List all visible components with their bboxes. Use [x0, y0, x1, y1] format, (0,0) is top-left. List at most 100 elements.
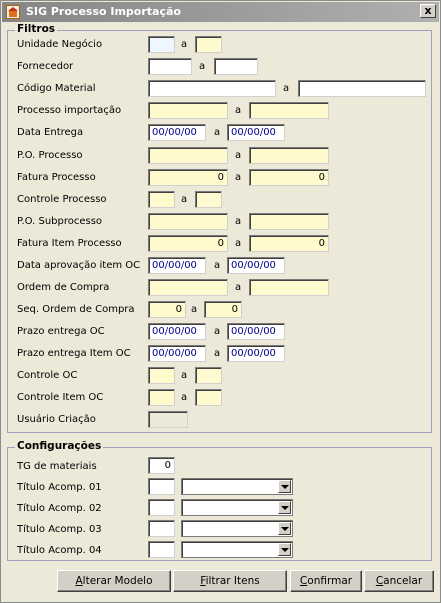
close-button[interactable]: x [420, 4, 436, 18]
cancelar-button[interactable]: Cancelar [364, 570, 434, 592]
titulo-acomp-02-code-input[interactable] [148, 499, 175, 516]
prazo-entrega-oc-from-input[interactable]: 00/00/00 [148, 323, 206, 340]
processo-importacao-from-input[interactable] [148, 102, 228, 119]
processo-importacao-to-input[interactable] [249, 102, 329, 119]
range-separator: a [235, 282, 242, 293]
po-processo-to-input[interactable] [249, 147, 329, 164]
unidade-negocio-from-input[interactable] [148, 36, 175, 53]
data-entrega-label: Data Entrega [17, 127, 84, 138]
range-separator: a [235, 172, 242, 183]
titulo-acomp-04-code-input[interactable] [148, 541, 175, 558]
seq-ordem-compra-label: Seq. Ordem de Compra [17, 304, 135, 315]
prazo-entrega-item-oc-to-input[interactable]: 00/00/00 [227, 345, 285, 362]
fatura-processo-label: Fatura Processo [17, 172, 96, 183]
fornecedor-label: Fornecedor [17, 61, 74, 72]
data-aprovacao-to-input[interactable]: 00/00/00 [227, 257, 285, 274]
filtrar-itens-button[interactable]: Filtrar Itens [173, 570, 287, 592]
unidade-negocio-to-input[interactable] [195, 36, 222, 53]
controle-item-oc-to-input[interactable] [195, 389, 222, 406]
dialog-window: SIG Processo Importação x Filtros Unidad… [0, 0, 441, 603]
fornecedor-to-input[interactable] [214, 58, 258, 75]
confirmar-label: onfirmar [307, 575, 353, 587]
titulo-acomp-01-code-input[interactable] [148, 478, 175, 495]
prazo-entrega-oc-to-input[interactable]: 00/00/00 [227, 323, 285, 340]
range-separator: a [181, 194, 188, 205]
data-entrega-from-input[interactable]: 00/00/00 [148, 124, 206, 141]
seq-ordem-compra-to-input[interactable]: 0 [204, 301, 242, 318]
controle-oc-to-input[interactable] [195, 367, 222, 384]
titulo-acomp-01-label: Título Acomp. 01 [17, 482, 102, 493]
titulo-acomp-03-code-input[interactable] [148, 520, 175, 537]
controle-item-oc-label: Controle Item OC [17, 392, 104, 403]
fatura-processo-to-input[interactable]: 0 [249, 169, 329, 186]
controle-processo-to-input[interactable] [195, 191, 222, 208]
chevron-down-icon[interactable] [278, 543, 291, 556]
po-subprocesso-label: P.O. Subprocesso [17, 216, 103, 227]
controle-oc-from-input[interactable] [148, 367, 175, 384]
prazo-entrega-item-oc-label: Prazo entrega Item OC [17, 348, 131, 359]
po-processo-label: P.O. Processo [17, 150, 83, 161]
ordem-compra-label: Ordem de Compra [17, 282, 110, 293]
controle-oc-label: Controle OC [17, 370, 78, 381]
filtrar-itens-label: iltrar Itens [205, 575, 260, 587]
fatura-item-processo-label: Fatura Item Processo [17, 238, 122, 249]
chevron-down-icon[interactable] [278, 522, 291, 535]
titulo-acomp-01-select[interactable] [181, 478, 293, 495]
range-separator: a [235, 105, 242, 116]
alterar-modelo-accel: A [75, 575, 83, 587]
ordem-compra-to-input[interactable] [249, 279, 329, 296]
seq-ordem-compra-from-input[interactable]: 0 [148, 301, 186, 318]
range-separator: a [214, 348, 221, 359]
titulo-acomp-04-select[interactable] [181, 541, 293, 558]
titulo-acomp-04-label: Título Acomp. 04 [17, 545, 102, 556]
ordem-compra-from-input[interactable] [148, 279, 228, 296]
fatura-item-processo-to-input[interactable]: 0 [249, 235, 329, 252]
controle-processo-from-input[interactable] [148, 191, 175, 208]
chevron-down-icon[interactable] [278, 501, 291, 514]
range-separator: a [283, 83, 290, 94]
data-entrega-to-input[interactable]: 00/00/00 [227, 124, 285, 141]
usuario-criacao-input [148, 411, 188, 428]
usuario-criacao-label: Usuário Criação [17, 414, 96, 425]
po-processo-from-input[interactable] [148, 147, 228, 164]
alterar-modelo-label: lterar Modelo [82, 575, 153, 587]
tg-materiais-label: TG de materiais [17, 461, 97, 472]
codigo-material-label: Código Material [17, 83, 96, 94]
fornecedor-from-input[interactable] [148, 58, 192, 75]
range-separator: a [181, 370, 188, 381]
po-subprocesso-from-input[interactable] [148, 213, 228, 230]
prazo-entrega-item-oc-from-input[interactable]: 00/00/00 [148, 345, 206, 362]
range-separator: a [235, 216, 242, 227]
range-separator: a [214, 127, 221, 138]
range-separator: a [191, 304, 198, 315]
titulo-acomp-03-label: Título Acomp. 03 [17, 524, 102, 535]
range-separator: a [214, 326, 221, 337]
window-title: SIG Processo Importação [26, 5, 181, 18]
app-icon [6, 5, 20, 19]
processo-importacao-label: Processo importação [17, 105, 122, 116]
titulo-acomp-02-select[interactable] [181, 499, 293, 516]
fatura-item-processo-from-input[interactable]: 0 [148, 235, 228, 252]
title-bar[interactable]: SIG Processo Importação x [2, 2, 439, 22]
data-aprovacao-from-input[interactable]: 00/00/00 [148, 257, 206, 274]
fatura-processo-from-input[interactable]: 0 [148, 169, 228, 186]
configuracoes-legend: Configurações [15, 440, 104, 452]
confirmar-button[interactable]: Confirmar [290, 570, 362, 592]
po-subprocesso-to-input[interactable] [249, 213, 329, 230]
data-aprovacao-label: Data aprovação item OC [17, 260, 141, 271]
cancelar-label: ancelar [383, 575, 423, 587]
range-separator: a [235, 238, 242, 249]
range-separator: a [214, 260, 221, 271]
range-separator: a [235, 150, 242, 161]
filtros-legend: Filtros [15, 23, 58, 35]
range-separator: a [181, 392, 188, 403]
range-separator: a [199, 61, 206, 72]
range-separator: a [181, 39, 188, 50]
titulo-acomp-03-select[interactable] [181, 520, 293, 537]
codigo-material-from-input[interactable] [148, 80, 276, 97]
controle-item-oc-from-input[interactable] [148, 389, 175, 406]
tg-materiais-input[interactable]: 0 [148, 457, 175, 474]
codigo-material-to-input[interactable] [298, 80, 426, 97]
chevron-down-icon[interactable] [278, 480, 291, 493]
alterar-modelo-button[interactable]: Alterar Modelo [57, 570, 171, 592]
